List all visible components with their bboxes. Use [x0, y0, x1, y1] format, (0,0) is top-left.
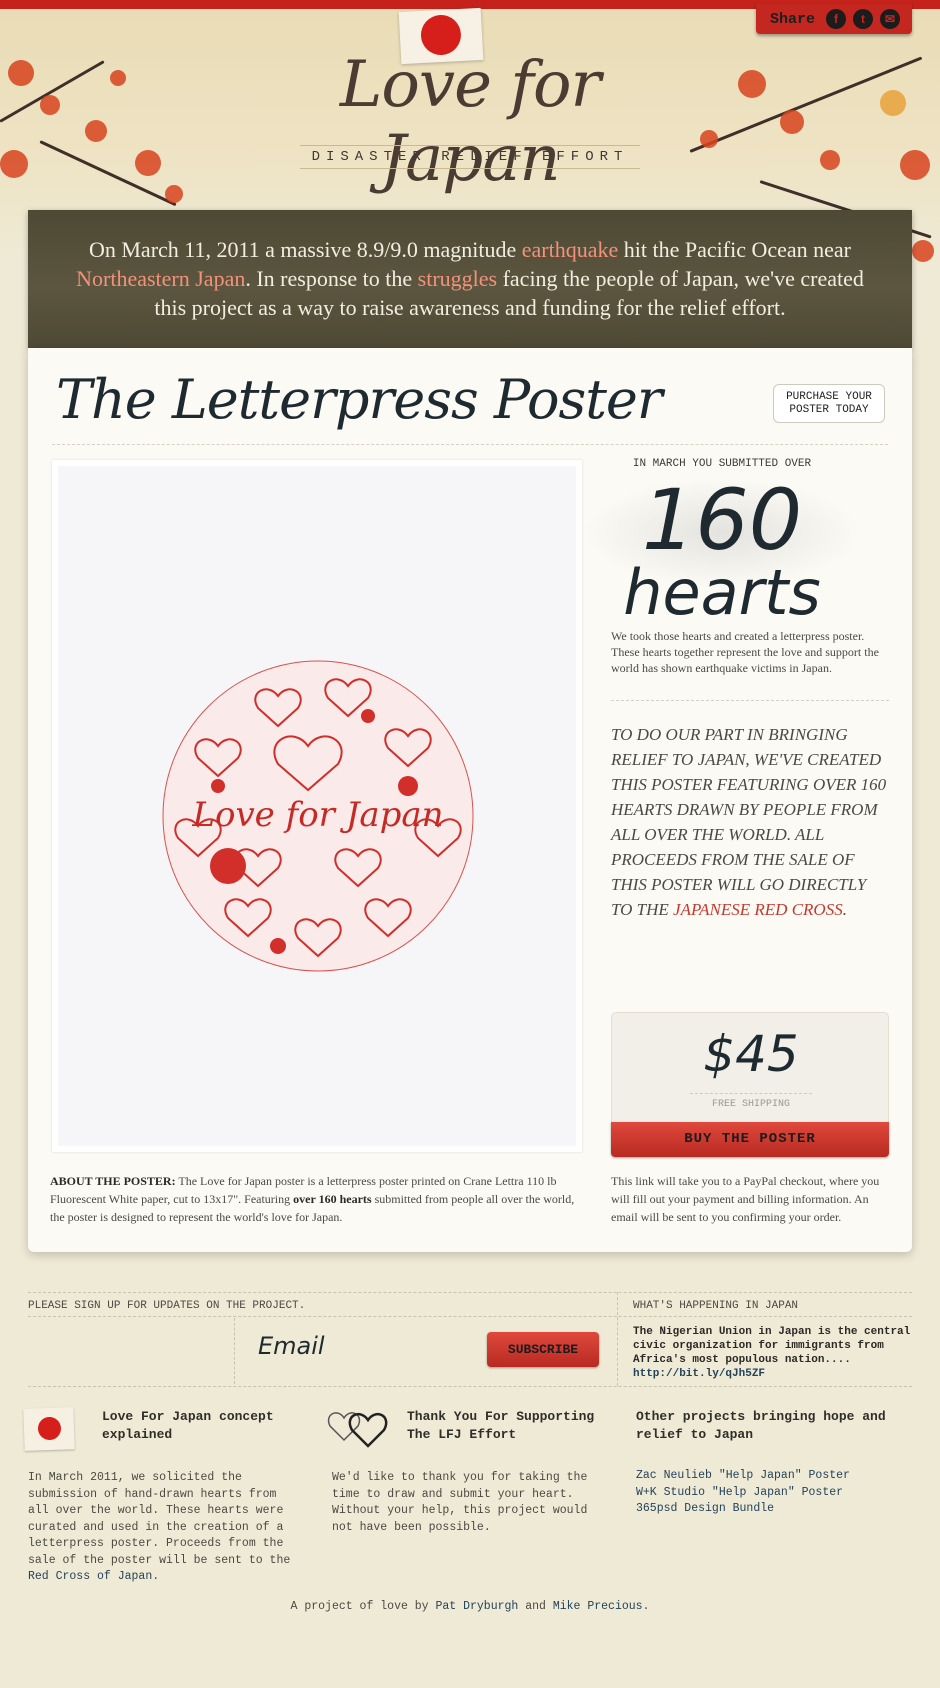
- zac-neulieb-poster-link[interactable]: Zac Neulieb "Help Japan" Poster: [636, 1468, 850, 1485]
- site-logo[interactable]: Love for Japan: [305, 48, 635, 196]
- divider: [28, 1316, 912, 1317]
- banner-text: . In response to the: [245, 266, 418, 291]
- email-icon[interactable]: ✉: [880, 9, 901, 29]
- mission-end: .: [842, 900, 847, 919]
- banner-text: On March 11, 2011 a massive 8.9/9.0 magn…: [88, 237, 522, 262]
- footer-text: and: [518, 1600, 553, 1613]
- share-bar: Share f t ✉: [756, 4, 912, 34]
- divider: [52, 444, 888, 445]
- red-cross-link[interactable]: Japanese Red Cross: [673, 900, 843, 919]
- hearts-icon: [327, 1412, 388, 1448]
- purchase-poster-button[interactable]: PURCHASE YOUR POSTER TODAY: [773, 384, 885, 423]
- about-bold: over 160 hearts: [293, 1192, 372, 1206]
- thanks-text: We'd like to thank you for taking the ti…: [332, 1471, 588, 1534]
- poster-description: We took those hearts and created a lette…: [611, 629, 879, 675]
- submitted-label: IN MARCH YOU SUBMITTED OVER: [632, 458, 812, 470]
- twitter-icon[interactable]: t: [853, 9, 874, 29]
- column-divider: [234, 1318, 235, 1384]
- news-link[interactable]: http://bit.ly/qJh5ZF: [633, 1368, 765, 1380]
- poster-title: The Letterpress Poster: [56, 368, 663, 431]
- pat-dryburgh-link[interactable]: Pat Dryburgh: [435, 1600, 518, 1613]
- price: $45: [703, 1025, 799, 1083]
- buy-poster-button[interactable]: BUY THE POSTER: [611, 1122, 889, 1157]
- news-text: The Nigerian Union in Japan is the centr…: [633, 1326, 911, 1366]
- wk-studio-poster-link[interactable]: W+K Studio "Help Japan" Poster: [636, 1485, 850, 1502]
- poster-art-text: Love for Japan: [191, 795, 443, 835]
- about-poster: ABOUT THE POSTER: The Love for Japan pos…: [50, 1172, 590, 1226]
- signup-label: PLEASE SIGN UP FOR UPDATES ON THE PROJEC…: [28, 1300, 306, 1312]
- divider: [28, 1292, 912, 1293]
- price-box: $45 FREE SHIPPING: [611, 1012, 889, 1127]
- column-divider: [617, 1292, 618, 1386]
- subscribe-button[interactable]: SUBSCRIBE: [487, 1332, 599, 1367]
- free-shipping: FREE SHIPPING: [690, 1093, 812, 1110]
- facebook-icon[interactable]: f: [826, 9, 847, 29]
- hearts-circle-art: Love for Japan: [162, 660, 474, 972]
- concept-text: In March 2011, we solicited the submissi…: [28, 1470, 304, 1586]
- other-projects-title: Other projects bringing hope and relief …: [636, 1409, 886, 1442]
- site-tagline: DISASTER RELIEF EFFORT: [300, 145, 640, 169]
- footer-text: .: [642, 1600, 650, 1613]
- hearts-count: 160: [641, 471, 803, 569]
- poster-image: Love for Japan: [52, 460, 582, 1152]
- thanks-title: Thank You For Supporting The LFJ Effort: [407, 1409, 595, 1442]
- about-label: ABOUT THE POSTER:: [50, 1174, 176, 1188]
- struggles-link[interactable]: struggles: [418, 266, 497, 291]
- mission-text: To do our part in bringing relief to Jap…: [611, 725, 887, 919]
- japan-flag-icon: [23, 1407, 75, 1451]
- intro-banner: On March 11, 2011 a massive 8.9/9.0 magn…: [28, 210, 912, 348]
- footer-credits: A project of love by Pat Dryburgh and Mi…: [0, 1600, 940, 1613]
- concept-end: .: [152, 1570, 160, 1583]
- concept-title: Love For Japan concept explained: [102, 1409, 274, 1442]
- concept-body: In March 2011, we solicited the submissi…: [28, 1471, 291, 1567]
- paypal-note: This link will take you to a PayPal chec…: [611, 1174, 880, 1224]
- mission-statement: To do our part in bringing relief to Jap…: [611, 722, 891, 922]
- share-label: Share: [770, 10, 816, 28]
- northeastern-japan-link[interactable]: Northeastern Japan: [76, 266, 245, 291]
- news-item: The Nigerian Union in Japan is the centr…: [633, 1325, 913, 1381]
- news-label: WHAT'S HAPPENING IN JAPAN: [633, 1300, 799, 1312]
- red-cross-japan-link[interactable]: Red Cross of Japan: [28, 1570, 152, 1583]
- divider: [611, 700, 889, 701]
- mike-precious-link[interactable]: Mike Precious: [553, 1600, 643, 1613]
- earthquake-link[interactable]: earthquake: [522, 237, 619, 262]
- email-input[interactable]: Email: [258, 1332, 325, 1360]
- poster-card: The Letterpress Poster PURCHASE YOUR POS…: [28, 348, 912, 1252]
- footer-text: A project of love by: [290, 1600, 436, 1613]
- other-projects-list: Zac Neulieb "Help Japan" Poster W+K Stud…: [636, 1468, 850, 1518]
- divider: [28, 1386, 912, 1387]
- banner-text: hit the Pacific Ocean near: [618, 237, 851, 262]
- 365psd-bundle-link[interactable]: 365psd Design Bundle: [636, 1501, 850, 1518]
- hearts-word: hearts: [623, 556, 821, 629]
